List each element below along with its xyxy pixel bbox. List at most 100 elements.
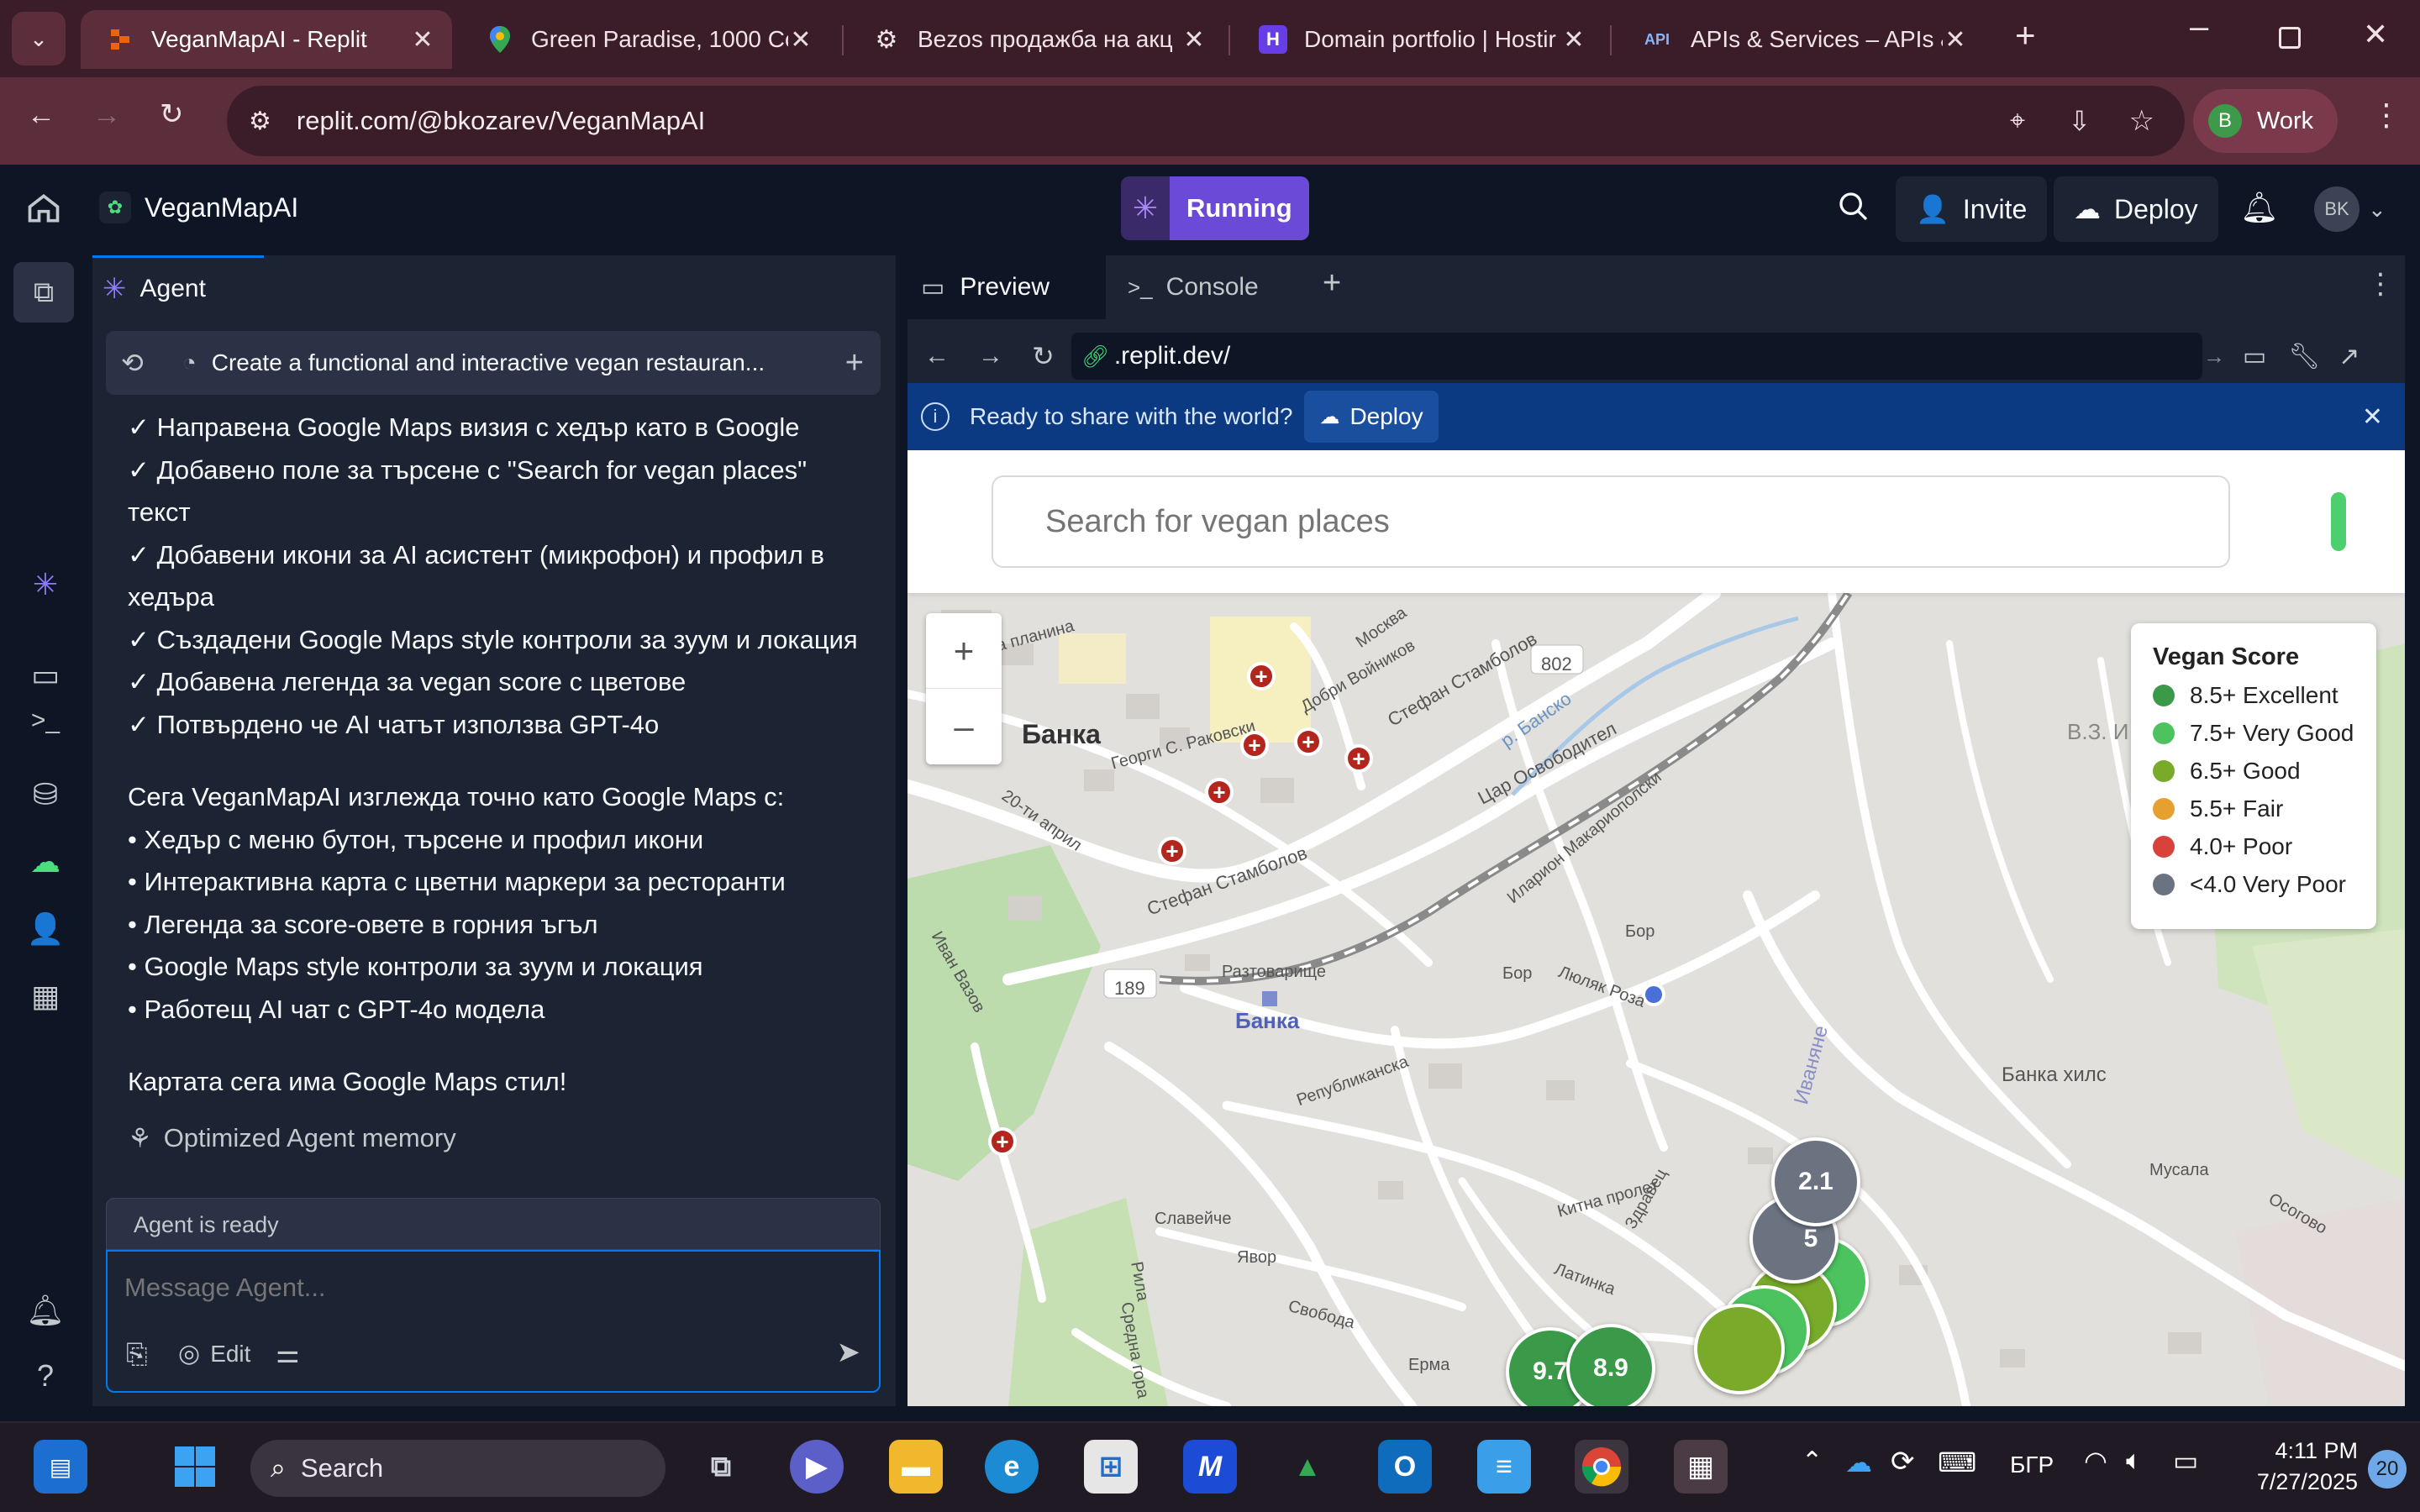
add-tab-icon[interactable]: + [1323, 265, 1341, 302]
new-chat-icon[interactable]: + [845, 345, 864, 381]
settings-sliders-icon[interactable]: ⚌ [276, 1337, 300, 1369]
show-hidden-icons[interactable]: ⌃ [1802, 1446, 1823, 1476]
app-icon[interactable]: M [1183, 1440, 1237, 1494]
profile-chip[interactable]: B Work [2193, 89, 2338, 153]
clock[interactable]: 4:11 PM 7/27/2025 [2249, 1438, 2358, 1495]
install-app-icon[interactable]: ⇩ [2068, 105, 2091, 137]
restaurant-pin[interactable]: + [988, 1127, 1017, 1156]
wifi-icon[interactable]: ◠ [2084, 1445, 2107, 1477]
task-view-icon[interactable]: ⧉ [694, 1440, 748, 1494]
reload-icon[interactable]: ↻ [160, 97, 184, 131]
google-drive-icon[interactable]: ▲ [1281, 1440, 1334, 1494]
address-bar[interactable]: ⚙ replit.com/@bkozarev/VeganMapAI ⌖ ⇩ ☆ [227, 86, 2185, 156]
teams-icon[interactable]: ▶ [790, 1440, 844, 1494]
webview-back-icon[interactable]: ← [924, 342, 950, 370]
site-settings-icon[interactable]: ⚙ [249, 107, 271, 136]
score-marker[interactable]: 8.9 [1566, 1324, 1655, 1406]
history-icon[interactable]: ⟲ [121, 347, 144, 379]
invite-button[interactable]: 👤 Invite [1896, 176, 2048, 242]
battery-icon[interactable]: ▭ [2173, 1445, 2198, 1477]
task-bar[interactable]: ⟲ ◔ Create a functional and interactive … [106, 331, 881, 395]
close-tab-icon[interactable]: ✕ [788, 25, 813, 55]
edit-button[interactable]: ◎ Edit [178, 1339, 250, 1368]
zoom-out-button[interactable]: – [926, 689, 1002, 764]
browser-tab-green-paradise[interactable]: Green Paradise, 1000 Co ✕ [460, 10, 830, 69]
zoom-in-button[interactable]: + [926, 613, 1002, 689]
restaurant-pin[interactable]: + [1240, 731, 1269, 759]
notepad-icon[interactable]: ≡ [1477, 1440, 1531, 1494]
notification-badge[interactable]: 20 [2368, 1450, 2407, 1488]
go-icon[interactable]: → [2203, 344, 2225, 370]
agent-icon[interactable]: ✳ [22, 561, 69, 608]
help-icon[interactable]: ? [22, 1352, 69, 1399]
widgets-icon[interactable]: ▤ [34, 1440, 87, 1494]
close-tab-icon[interactable]: ✕ [1181, 25, 1207, 55]
webview-url-field[interactable]: 🔗︎ .replit.dev/ → [1071, 333, 2225, 380]
banner-deploy-button[interactable]: ☁ Deploy [1304, 391, 1439, 443]
new-tab-button[interactable]: + [2015, 15, 2036, 55]
browser-menu-icon[interactable]: ⋮ [2371, 97, 2402, 133]
devtools-icon[interactable]: 🔧︎ [2288, 342, 2320, 371]
agent-tab[interactable]: ✳ Agent [92, 255, 264, 319]
shell-icon[interactable]: >_ [22, 697, 69, 744]
close-banner-icon[interactable]: ✕ [2362, 402, 2383, 432]
browser-tab-bezos[interactable]: ⚙ Bezos продажба на акц ✕ [847, 10, 1223, 69]
close-tab-icon[interactable]: ✕ [1943, 25, 1968, 55]
language-indicator[interactable]: БГР [2010, 1452, 2054, 1478]
bell-icon[interactable]: 🔔︎ [2240, 190, 2279, 225]
back-icon[interactable]: ← [27, 99, 55, 132]
file-explorer-icon[interactable]: ▬ [889, 1440, 943, 1494]
user-menu[interactable]: BK ⌄ [2314, 186, 2386, 232]
more-options-icon[interactable]: ⋮ [2366, 267, 2395, 301]
database-icon[interactable]: ⛁ [22, 771, 69, 818]
score-marker[interactable]: 2.1 [1771, 1137, 1860, 1226]
close-window-icon[interactable]: ✕ [2363, 17, 2388, 52]
outlook-icon[interactable]: O [1378, 1440, 1432, 1494]
close-tab-icon[interactable]: ✕ [1561, 25, 1586, 55]
start-icon[interactable] [168, 1440, 222, 1494]
open-new-tab-icon[interactable]: ↗ [2338, 342, 2360, 371]
memory-note[interactable]: ⚘ Optimized Agent memory [128, 1122, 456, 1154]
browser-tab-apis[interactable]: API APIs & Services – APIs & ✕ [1615, 10, 1985, 69]
tab-search-button[interactable]: ⌄ [12, 12, 66, 66]
restaurant-pin[interactable]: + [1247, 662, 1276, 690]
calculator-icon[interactable]: ▦ [1674, 1440, 1728, 1494]
restaurant-pin[interactable]: + [1205, 778, 1234, 806]
onedrive-icon[interactable]: ☁ [1845, 1446, 1872, 1478]
search-icon[interactable] [1837, 190, 1870, 228]
deployments-icon[interactable]: ☁ [22, 838, 69, 885]
run-button[interactable]: ✳ Running [1121, 176, 1309, 240]
keyboard-icon[interactable]: ⌨ [1938, 1446, 1976, 1478]
location-icon[interactable]: ⌖ [2010, 105, 2025, 137]
url-text[interactable]: replit.com/@bkozarev/VeganMapAI [297, 106, 705, 136]
tab-console[interactable]: >_ Console [1114, 255, 1313, 319]
attach-icon[interactable]: ⎘ [126, 1339, 148, 1371]
store-icon[interactable]: ⊞ [1084, 1440, 1138, 1494]
volume-icon[interactable]: 🔈︎ [2126, 1445, 2142, 1477]
bookmark-star-icon[interactable]: ☆ [2129, 104, 2154, 138]
minimize-icon[interactable]: – [2190, 8, 2208, 46]
score-marker[interactable] [1694, 1304, 1785, 1394]
sync-icon[interactable]: ⟳ [1891, 1445, 1915, 1478]
edge-icon[interactable]: e [985, 1440, 1039, 1494]
all-tools-icon[interactable]: ▦ [22, 973, 69, 1020]
message-input[interactable] [124, 1267, 864, 1309]
project-title[interactable]: ✿ VeganMapAI [99, 192, 298, 223]
restaurant-pin[interactable]: + [1344, 744, 1373, 773]
deploy-button[interactable]: ☁ Deploy [2054, 176, 2218, 242]
home-icon[interactable] [25, 190, 62, 231]
webview-icon[interactable]: ▭ [22, 652, 69, 699]
alerts-icon[interactable]: 🔔︎ [22, 1287, 69, 1334]
files-icon[interactable]: ⧉ [13, 262, 74, 323]
restaurant-pin[interactable]: + [1158, 837, 1186, 865]
webview-forward-icon[interactable]: → [978, 342, 1003, 370]
browser-tab-replit[interactable]: VeganMapAI - Replit ✕ [81, 10, 452, 69]
search-input[interactable] [992, 475, 2230, 568]
chrome-icon[interactable] [1575, 1440, 1628, 1494]
browser-tab-domains[interactable]: H Domain portfolio | Hostir ✕ [1234, 10, 1603, 69]
webview-reload-icon[interactable]: ↻ [1032, 340, 1055, 372]
send-icon[interactable]: ➤ [837, 1336, 861, 1369]
tab-preview[interactable]: ▭ Preview [908, 255, 1106, 319]
restaurant-pin[interactable]: + [1294, 727, 1323, 756]
close-tab-icon[interactable]: ✕ [410, 25, 435, 55]
